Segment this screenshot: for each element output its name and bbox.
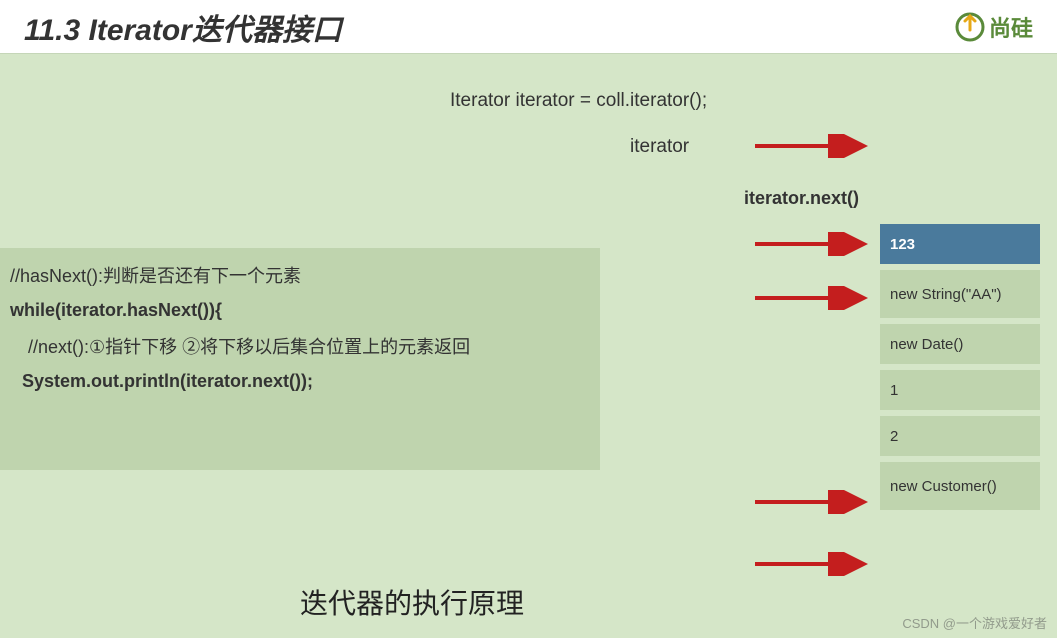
header: 11.3 Iterator迭代器接口 尚硅 xyxy=(0,0,1057,54)
page-title: 11.3 Iterator迭代器接口 xyxy=(24,5,342,49)
iterator-next-label: iterator.next() xyxy=(744,188,859,209)
code-box: //hasNext():判断是否还有下一个元素 while(iterator.h… xyxy=(0,248,600,470)
logo: 尚硅 xyxy=(955,11,1033,43)
iterator-label: iterator xyxy=(630,136,689,158)
list-container: 123 new String("AA") new Date() 1 2 new … xyxy=(880,224,1040,516)
logo-text: 尚硅 xyxy=(989,11,1033,43)
code-comment-hasnext: //hasNext():判断是否还有下一个元素 xyxy=(10,262,590,288)
list-item: new Date() xyxy=(880,324,1040,364)
arrow-icon xyxy=(755,552,875,576)
code-init-line: Iterator iterator = coll.iterator(); xyxy=(450,90,707,112)
arrow-icon xyxy=(755,134,875,158)
watermark: CSDN @一个游戏爱好者 xyxy=(902,613,1047,632)
logo-icon xyxy=(955,12,985,42)
arrow-icon xyxy=(755,232,875,256)
code-println: System.out.println(iterator.next()); xyxy=(22,371,590,392)
list-item: 2 xyxy=(880,416,1040,456)
arrow-icon xyxy=(755,286,875,310)
bottom-title: 迭代器的执行原理 xyxy=(300,582,524,622)
content-area: Iterator iterator = coll.iterator(); ite… xyxy=(0,54,1057,638)
code-while: while(iterator.hasNext()){ xyxy=(10,300,590,321)
list-item: new Customer() xyxy=(880,462,1040,510)
list-item: 1 xyxy=(880,370,1040,410)
list-item: new String("AA") xyxy=(880,270,1040,318)
list-item: 123 xyxy=(880,224,1040,264)
arrow-icon xyxy=(755,490,875,514)
code-comment-next: //next():①指针下移 ②将下移以后集合位置上的元素返回 xyxy=(28,333,590,359)
